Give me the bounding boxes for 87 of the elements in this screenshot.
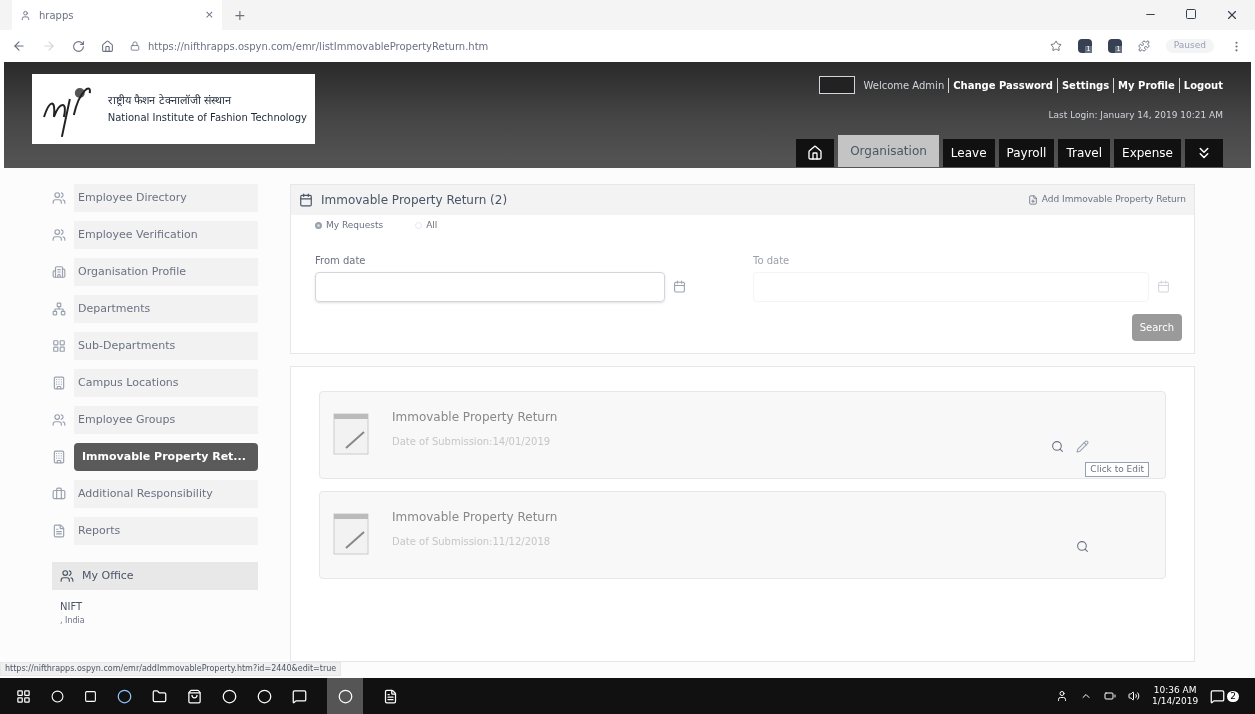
skype-icon[interactable] bbox=[292, 688, 307, 704]
more-tabs-button[interactable] bbox=[1185, 138, 1223, 167]
org-hindi-name: राष्ट्रीय फैशन टेक्नालॉजी संस्थान bbox=[107, 93, 233, 110]
filter-radio[interactable]: My Requests bbox=[315, 219, 384, 233]
sidebar-item[interactable]: Additional Responsibility bbox=[74, 480, 258, 508]
sidebar-item[interactable]: Employee Verification bbox=[74, 221, 258, 249]
office-location: , India bbox=[59, 615, 86, 627]
menu-item-icon bbox=[52, 413, 66, 427]
status-url: https://nifthrapps.ospyn.com/emr/addImmovableProperty.htm?id=2440&edit=true bbox=[0, 662, 342, 676]
back-icon[interactable] bbox=[12, 39, 26, 53]
nav-tab[interactable]: Travel bbox=[1058, 138, 1111, 167]
sidebar-item[interactable]: Employee Directory bbox=[74, 184, 258, 212]
to-date-label: To date bbox=[753, 253, 791, 268]
org-name: National Institute of Fashion Technology bbox=[107, 110, 307, 125]
sidebar-item[interactable]: Immovable Property Ret... bbox=[74, 443, 258, 471]
tab-favicon-icon bbox=[20, 9, 31, 21]
volume-icon[interactable] bbox=[1128, 690, 1141, 702]
radio-icon[interactable] bbox=[315, 222, 322, 230]
from-date-field[interactable] bbox=[315, 271, 665, 302]
notification-icon bbox=[1210, 688, 1226, 704]
panel-title: Immovable Property Return (2) bbox=[321, 192, 508, 209]
office-icon bbox=[60, 569, 74, 583]
header-link[interactable]: My Profile bbox=[1113, 77, 1175, 93]
document-edit-icon bbox=[332, 411, 372, 456]
bookmark-star-icon[interactable] bbox=[1049, 40, 1062, 52]
nav-tab[interactable]: Leave bbox=[942, 138, 995, 167]
menu-item-icon bbox=[52, 302, 66, 316]
menu-item-icon bbox=[52, 450, 66, 464]
nav-tab[interactable]: Payroll bbox=[998, 138, 1055, 167]
document-edit-icon bbox=[332, 511, 372, 556]
reload-icon[interactable] bbox=[72, 39, 85, 53]
home-icon bbox=[807, 144, 824, 161]
add-file-icon bbox=[1027, 195, 1038, 205]
office-name: NIFT bbox=[59, 600, 84, 614]
header-link[interactable]: Change Password bbox=[948, 77, 1053, 93]
clock-date[interactable]: 1/14/2019 bbox=[1152, 696, 1199, 708]
sidebar-item[interactable]: Organisation Profile bbox=[74, 258, 258, 286]
tab-title: hrapps bbox=[39, 8, 74, 23]
sidebar-item[interactable]: Employee Groups bbox=[74, 406, 258, 434]
record-title: Immovable Property Return bbox=[392, 508, 558, 526]
sidebar-item[interactable]: Campus Locations bbox=[74, 369, 258, 397]
menu-item-icon bbox=[52, 339, 66, 353]
last-login: Last Login: January 14, 2019 10:21 AM bbox=[1048, 109, 1223, 122]
extension-icon[interactable] bbox=[1137, 40, 1150, 52]
folder-icon[interactable] bbox=[152, 688, 167, 704]
store-icon[interactable] bbox=[187, 688, 202, 704]
tab-close-button[interactable]: × bbox=[204, 6, 214, 24]
view-icon[interactable] bbox=[1076, 539, 1089, 553]
avatar-image-placeholder bbox=[819, 76, 856, 94]
notification-button[interactable]: 2 bbox=[1210, 688, 1239, 704]
sidebar-item[interactable]: Reports bbox=[74, 517, 258, 545]
from-date-label: From date bbox=[315, 253, 367, 268]
search-icon[interactable] bbox=[51, 689, 64, 703]
home-icon[interactable] bbox=[101, 39, 114, 53]
panel-icon bbox=[299, 193, 313, 207]
menu-item-icon bbox=[52, 376, 66, 390]
sidebar-item[interactable]: Departments bbox=[74, 295, 258, 323]
word-icon[interactable] bbox=[383, 688, 398, 704]
tooltip: Click to Edit bbox=[1085, 461, 1149, 477]
my-office-title: My Office bbox=[82, 567, 134, 584]
close-icon[interactable] bbox=[1225, 8, 1239, 22]
menu-item-icon bbox=[52, 191, 66, 205]
filter-radio[interactable]: All bbox=[415, 219, 438, 233]
people-icon[interactable] bbox=[1056, 690, 1069, 702]
view-icon[interactable] bbox=[1051, 439, 1064, 453]
record-title: Immovable Property Return bbox=[392, 408, 558, 426]
start-icon[interactable] bbox=[16, 688, 31, 704]
search-button[interactable]: Search bbox=[1131, 313, 1182, 341]
clock-time[interactable]: 10:36 AM bbox=[1153, 684, 1197, 696]
menu-item-icon bbox=[52, 487, 66, 501]
menu-item-icon bbox=[52, 524, 66, 538]
nav-tab[interactable]: Expense bbox=[1114, 138, 1181, 167]
header-link[interactable]: Logout bbox=[1178, 77, 1223, 93]
sidebar-item[interactable]: Sub-Departments bbox=[74, 332, 258, 360]
menu-item-icon bbox=[52, 265, 66, 279]
menu-item-icon bbox=[52, 228, 66, 242]
lock-icon bbox=[130, 41, 140, 51]
maximize-icon[interactable] bbox=[1185, 8, 1197, 20]
task-view-icon[interactable] bbox=[84, 689, 97, 703]
welcome-text: Welcome Admin bbox=[863, 78, 945, 93]
header-link[interactable]: Settings bbox=[1056, 77, 1110, 93]
nav-tab[interactable]: Organisation bbox=[838, 134, 939, 167]
calendar-icon[interactable] bbox=[673, 280, 686, 293]
battery-icon[interactable] bbox=[1104, 690, 1117, 702]
home-tab[interactable] bbox=[796, 138, 835, 167]
new-tab-button[interactable]: + bbox=[234, 4, 246, 26]
browser-tab[interactable]: hrapps × bbox=[12, 0, 222, 30]
